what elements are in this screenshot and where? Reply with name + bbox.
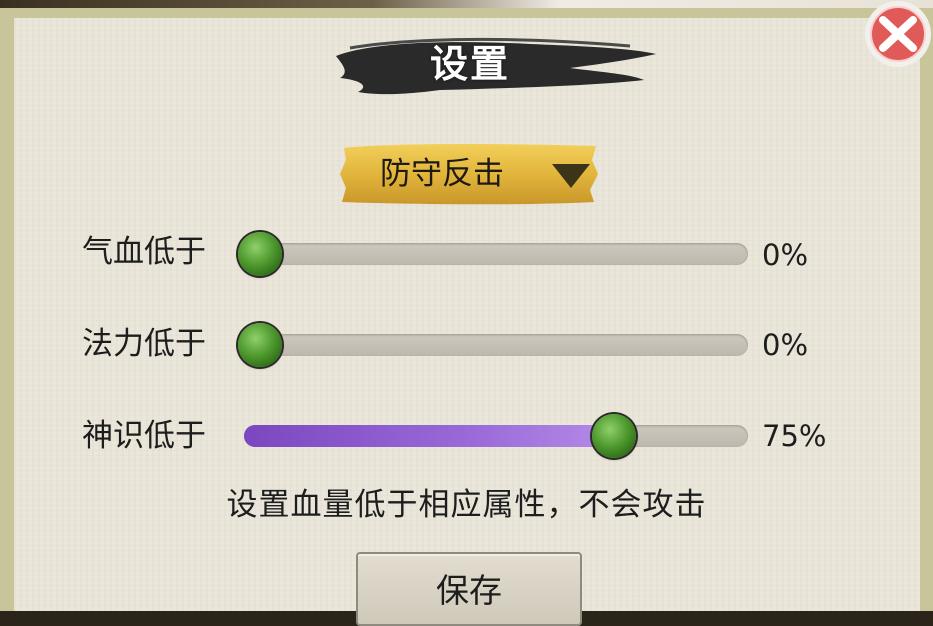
dropdown-selected-value: 防守反击 [380,156,504,192]
mp-threshold-track[interactable] [244,334,748,356]
spirit-threshold-thumb[interactable] [592,414,636,458]
spirit-threshold-track[interactable] [244,425,748,447]
hp-threshold-thumb[interactable] [238,232,282,276]
hint-text: 设置血量低于相应属性，不会攻击 [226,487,707,523]
hp-threshold-label: 气血低于 [82,234,206,270]
mp-threshold-thumb[interactable] [238,323,282,367]
dialog-title: 设置 [429,42,510,86]
hp-threshold-value: 0% [762,238,809,272]
hp-threshold-track[interactable] [244,243,748,265]
triangle-down-icon [552,164,590,188]
close-button[interactable] [852,0,933,76]
save-button-label: 保存 [436,571,502,610]
save-button[interactable]: 保存 [356,552,582,626]
mp-threshold-value: 0% [762,328,809,362]
spirit-threshold-label: 神识低于 [82,418,206,454]
spirit-threshold-fill [244,425,622,447]
mp-threshold-label: 法力低于 [82,326,206,362]
spirit-threshold-value: 75% [762,419,827,453]
close-icon [865,1,931,67]
